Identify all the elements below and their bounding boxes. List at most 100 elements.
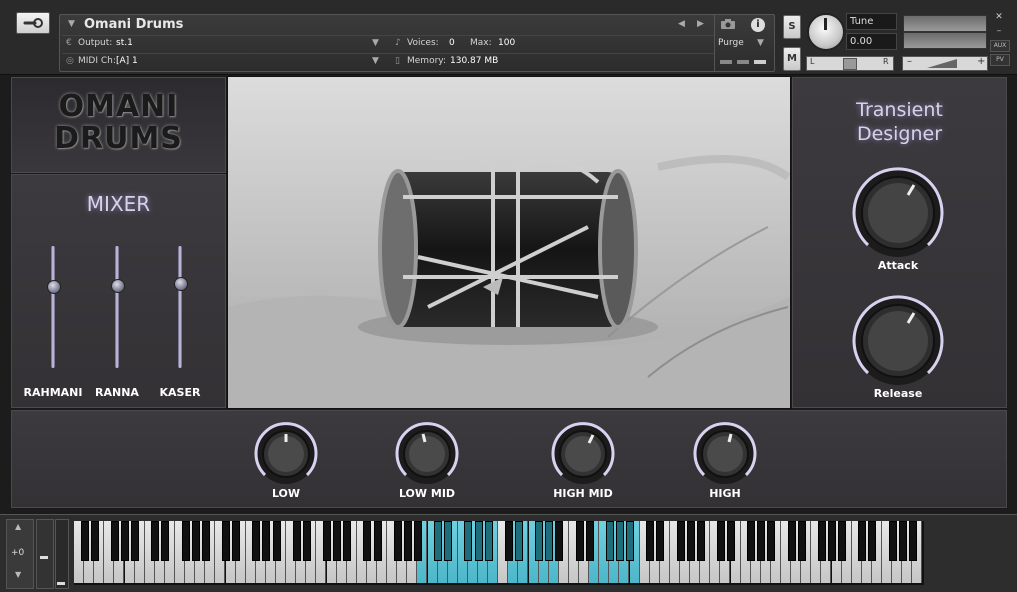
max-voices-value[interactable]: 100 — [498, 38, 515, 48]
black-key[interactable] — [555, 521, 564, 561]
volume-plus[interactable]: + — [977, 56, 985, 67]
black-key[interactable] — [434, 521, 443, 561]
fader-thumb-ranna[interactable] — [111, 279, 125, 294]
next-instrument-icon[interactable]: ▶ — [697, 19, 704, 29]
black-key[interactable] — [262, 521, 271, 561]
tune-knob[interactable] — [807, 13, 845, 51]
pan-slider[interactable]: L R — [806, 56, 894, 71]
black-key[interactable] — [757, 521, 766, 561]
fader-thumb-rahmani[interactable] — [47, 280, 61, 295]
black-key[interactable] — [545, 521, 554, 561]
black-key[interactable] — [302, 521, 311, 561]
black-key[interactable] — [716, 521, 725, 561]
black-key[interactable] — [80, 521, 89, 561]
eq-low-knob[interactable] — [254, 422, 318, 486]
black-key[interactable] — [787, 521, 796, 561]
black-key[interactable] — [615, 521, 624, 561]
camera-icon[interactable] — [720, 18, 740, 32]
black-key[interactable] — [888, 521, 897, 561]
fader-track-kaser[interactable] — [178, 246, 182, 368]
black-key[interactable] — [110, 521, 119, 561]
attack-knob[interactable] — [850, 165, 946, 261]
black-key[interactable] — [131, 521, 140, 561]
solo-button[interactable]: S — [783, 15, 801, 39]
black-key[interactable] — [868, 521, 877, 561]
midi-dropdown-icon[interactable]: ▼ — [372, 56, 379, 66]
eq-high-knob[interactable] — [693, 422, 757, 486]
minimize-icon[interactable]: – — [992, 25, 1006, 37]
pv-button[interactable]: PV — [990, 54, 1010, 66]
black-key[interactable] — [838, 521, 847, 561]
black-key[interactable] — [656, 521, 665, 561]
black-key[interactable] — [272, 521, 281, 561]
black-key[interactable] — [858, 521, 867, 561]
black-key[interactable] — [333, 521, 342, 561]
fader-track-rahmani[interactable] — [51, 246, 55, 368]
black-key[interactable] — [464, 521, 473, 561]
release-knob[interactable] — [850, 293, 946, 389]
output-value[interactable]: st.1 — [116, 38, 133, 48]
black-key[interactable] — [151, 521, 160, 561]
black-key[interactable] — [797, 521, 806, 561]
volume-slider[interactable]: – + — [902, 56, 988, 71]
black-key[interactable] — [504, 521, 513, 561]
pitch-wheel[interactable] — [55, 519, 69, 589]
eq-high-mid-knob[interactable] — [551, 422, 615, 486]
black-key[interactable] — [908, 521, 917, 561]
octave-up-icon[interactable]: ▲ — [15, 522, 21, 531]
prev-instrument-icon[interactable]: ◀ — [678, 19, 685, 29]
info-icon[interactable]: i — [751, 18, 765, 32]
pan-handle[interactable] — [843, 58, 857, 70]
black-key[interactable] — [686, 521, 695, 561]
black-key[interactable] — [373, 521, 382, 561]
wrench-icon[interactable] — [16, 12, 50, 34]
black-key[interactable] — [323, 521, 331, 561]
black-key[interactable] — [898, 521, 907, 561]
black-key[interactable] — [292, 521, 301, 561]
black-key[interactable] — [413, 521, 422, 561]
aux-button[interactable]: AUX — [990, 40, 1010, 52]
black-key[interactable] — [201, 521, 210, 561]
black-key[interactable] — [343, 521, 352, 561]
black-key[interactable] — [403, 521, 412, 561]
black-key[interactable] — [585, 521, 594, 561]
fader-track-ranna[interactable] — [115, 246, 119, 368]
black-key[interactable] — [817, 521, 826, 561]
fader-thumb-kaser[interactable] — [174, 276, 188, 291]
mod-wheel[interactable] — [36, 519, 54, 589]
black-key[interactable] — [181, 521, 190, 561]
purge-button[interactable]: Purge — [718, 38, 744, 48]
black-key[interactable] — [191, 521, 200, 561]
black-key[interactable] — [605, 521, 614, 561]
black-key[interactable] — [767, 521, 776, 561]
piano-keyboard[interactable] — [74, 521, 924, 585]
mute-button[interactable]: M — [783, 47, 801, 71]
black-key[interactable] — [535, 521, 544, 561]
black-key[interactable] — [232, 521, 241, 561]
black-key[interactable] — [727, 521, 735, 561]
black-key[interactable] — [828, 521, 836, 561]
black-key[interactable] — [444, 521, 453, 561]
black-key[interactable] — [676, 521, 685, 561]
output-dropdown-icon[interactable]: ▼ — [372, 38, 379, 48]
tune-value[interactable]: 0.00 — [846, 33, 897, 50]
midi-channel-value[interactable]: [A] 1 — [116, 56, 138, 66]
eq-low-mid-knob[interactable] — [395, 422, 459, 486]
black-key[interactable] — [222, 521, 230, 561]
black-key[interactable] — [121, 521, 129, 561]
close-icon[interactable]: ✕ — [992, 10, 1006, 24]
black-key[interactable] — [161, 521, 170, 561]
black-key[interactable] — [646, 521, 655, 561]
black-key[interactable] — [363, 521, 372, 561]
black-key[interactable] — [696, 521, 705, 561]
black-key[interactable] — [393, 521, 402, 561]
instrument-name[interactable]: Omani Drums — [84, 17, 183, 32]
black-key[interactable] — [252, 521, 261, 561]
black-key[interactable] — [90, 521, 99, 561]
black-key[interactable] — [514, 521, 523, 561]
purge-dropdown-icon[interactable]: ▼ — [757, 38, 764, 48]
octave-down-icon[interactable]: ▼ — [15, 570, 21, 579]
collapse-arrow-icon[interactable]: ▼ — [68, 19, 75, 29]
black-key[interactable] — [575, 521, 584, 561]
black-key[interactable] — [626, 521, 634, 561]
